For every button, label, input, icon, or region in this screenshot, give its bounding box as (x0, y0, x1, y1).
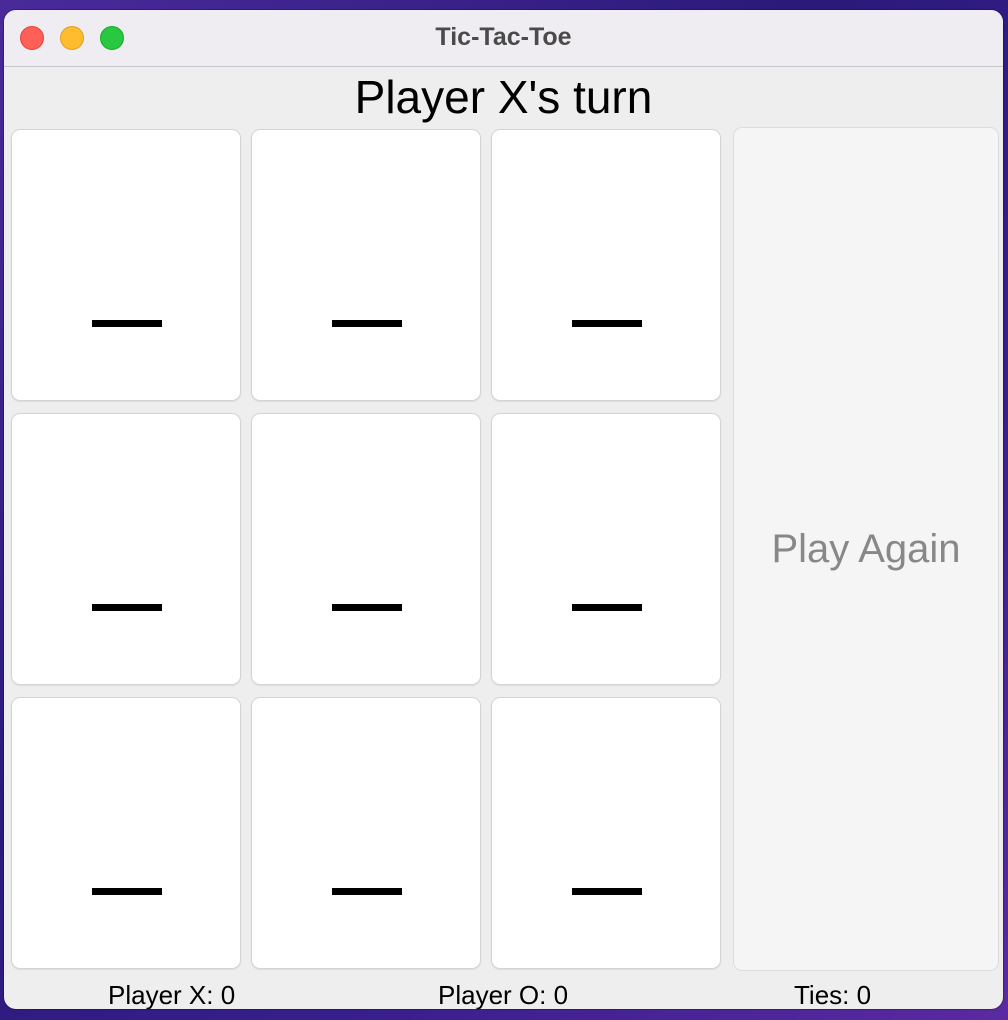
play-again-button[interactable]: Play Again (734, 128, 998, 970)
board-cell-3[interactable] (492, 130, 720, 400)
board-cell-1[interactable] (12, 130, 240, 400)
board-cell-9[interactable] (492, 698, 720, 968)
board-cell-4[interactable] (12, 414, 240, 684)
board-cell-2[interactable] (252, 130, 480, 400)
board-cell-7[interactable] (12, 698, 240, 968)
ties-score: Ties: 0 (794, 980, 872, 1009)
empty-cell-dash (572, 320, 642, 327)
board-cell-5[interactable] (252, 414, 480, 684)
empty-cell-dash (332, 604, 402, 611)
board-cell-6[interactable] (492, 414, 720, 684)
empty-cell-dash (92, 888, 162, 895)
turn-status-label: Player X's turn (354, 71, 653, 123)
player-o-score: Player O: 0 (438, 980, 569, 1009)
board-cell-8[interactable] (252, 698, 480, 968)
empty-cell-dash (572, 888, 642, 895)
app-window: Tic-Tac-Toe Player X's turn Play Again P… (4, 10, 1003, 1009)
empty-cell-dash (92, 604, 162, 611)
window-title: Tic-Tac-Toe (435, 23, 572, 51)
empty-cell-dash (572, 604, 642, 611)
empty-cell-dash (332, 888, 402, 895)
title-bar: Tic-Tac-Toe (4, 10, 1003, 67)
player-x-score: Player X: 0 (108, 980, 236, 1009)
play-again-label: Play Again (771, 526, 961, 571)
empty-cell-dash (92, 320, 162, 327)
empty-cell-dash (332, 320, 402, 327)
